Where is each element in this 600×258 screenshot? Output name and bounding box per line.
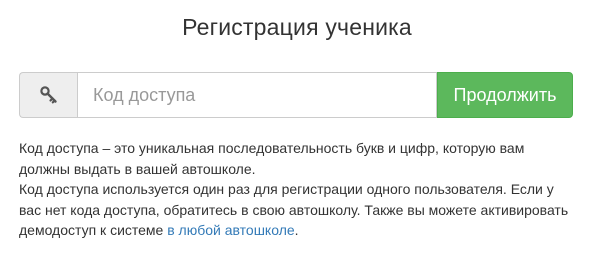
info-paragraph-2: Код доступа используется один раз для ре… <box>19 179 579 241</box>
access-code-group: Продолжить <box>19 72 573 118</box>
info-text: Код доступа используется один раз для ре… <box>19 181 554 197</box>
info-text: должны выдать в вашей автошколе. <box>19 160 256 177</box>
access-code-input[interactable] <box>77 72 437 118</box>
info-text: демодоступ к системе <box>19 222 168 238</box>
access-code-info: Код доступа – это уникальная последовате… <box>19 138 579 241</box>
key-icon <box>39 86 57 104</box>
demo-access-link[interactable]: в любой автошколе <box>167 222 294 238</box>
info-text: вас нет кода доступа, обратитесь в свою … <box>19 201 569 218</box>
info-paragraph-1: Код доступа – это уникальная последовате… <box>19 138 579 179</box>
info-text: . <box>294 222 299 238</box>
continue-button[interactable]: Продолжить <box>437 72 573 118</box>
page-title: Регистрация ученика <box>182 14 412 40</box>
key-addon <box>19 72 77 118</box>
info-text: Код доступа – это уникальная последовате… <box>19 140 525 156</box>
